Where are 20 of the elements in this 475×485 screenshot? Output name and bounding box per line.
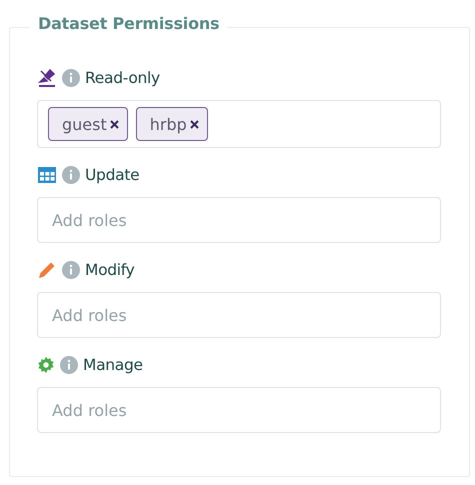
info-icon[interactable] xyxy=(62,261,80,279)
permission-label: Update xyxy=(85,166,140,184)
role-tag: hrbp xyxy=(136,107,208,141)
pencil-icon xyxy=(37,260,57,280)
role-tag: guest xyxy=(48,107,128,141)
close-icon[interactable] xyxy=(110,120,119,128)
info-icon[interactable] xyxy=(62,166,80,184)
roles-field[interactable]: guest hrbp xyxy=(37,100,441,148)
roles-field[interactable]: Add roles xyxy=(37,292,441,338)
pen-slash-icon xyxy=(37,68,57,88)
permission-label: Modify xyxy=(85,261,135,279)
table-icon xyxy=(37,165,57,185)
close-icon[interactable] xyxy=(190,120,199,128)
info-icon[interactable] xyxy=(62,69,80,87)
info-icon[interactable] xyxy=(60,356,78,374)
permission-label: Read-only xyxy=(85,69,160,87)
roles-field[interactable]: Add roles xyxy=(37,197,441,243)
roles-field[interactable]: Add roles xyxy=(37,387,441,433)
gear-icon xyxy=(37,356,55,374)
permission-label: Manage xyxy=(83,356,143,374)
